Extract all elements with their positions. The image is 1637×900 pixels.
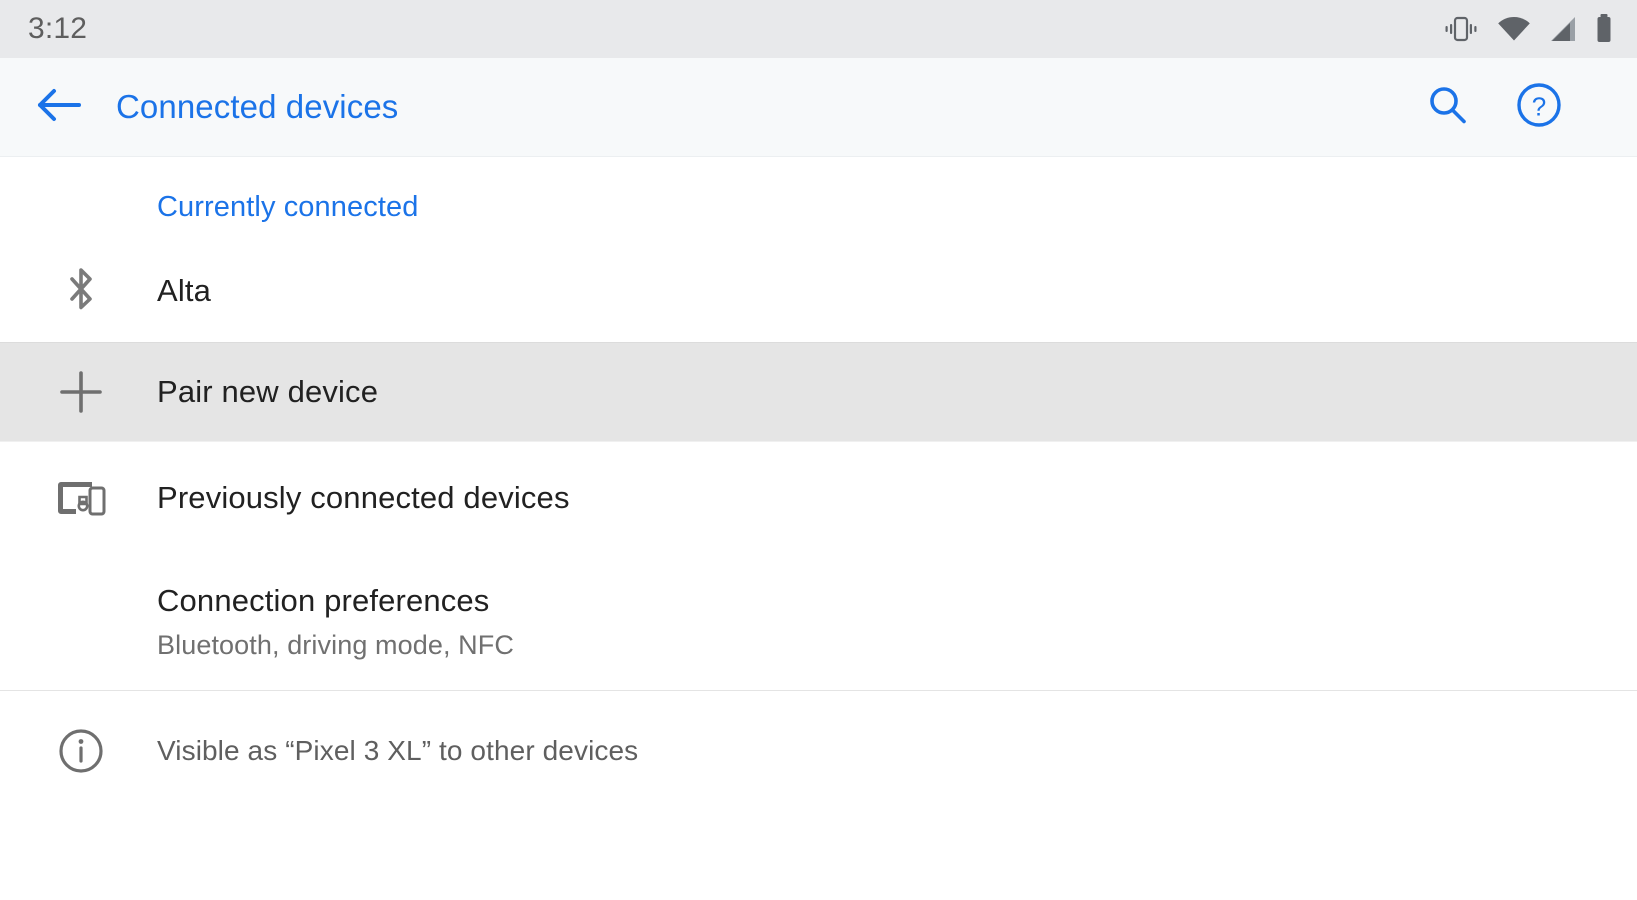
cell-signal-icon	[1549, 16, 1577, 42]
visibility-info-row: Visible as “Pixel 3 XL” to other devices	[0, 691, 1637, 811]
list-item-connection-preferences[interactable]: Connection preferences Bluetooth, drivin…	[0, 554, 1637, 690]
help-circle-icon: ?	[1516, 82, 1562, 133]
status-bar: 3:12	[0, 0, 1637, 58]
list-item-pair-new-device[interactable]: Pair new device	[0, 342, 1637, 442]
wifi-icon	[1497, 16, 1531, 42]
android-settings-screen: 3:12 Connected devices ? Currently conne…	[0, 0, 1637, 900]
status-bar-icons	[1443, 14, 1613, 44]
list-item-alta[interactable]: Alta	[0, 240, 1637, 342]
row-icon-container	[0, 265, 157, 317]
settings-list: Currently connected Alta Pair new device…	[0, 158, 1637, 900]
list-item-title: Previously connected devices	[157, 479, 570, 515]
bluetooth-icon	[59, 265, 103, 317]
arrow-back-icon	[35, 85, 81, 130]
list-item-previously-connected-devices[interactable]: Previously connected devices	[0, 442, 1637, 554]
search-button[interactable]	[1421, 81, 1473, 133]
row-text-container: Connection preferences Bluetooth, drivin…	[157, 583, 514, 661]
help-button[interactable]: ?	[1513, 81, 1565, 133]
visibility-info-text: Visible as “Pixel 3 XL” to other devices	[157, 735, 639, 766]
row-icon-container	[0, 727, 157, 775]
search-icon	[1425, 83, 1469, 132]
app-bar-actions: ?	[1421, 81, 1565, 133]
list-item-title: Connection preferences	[157, 583, 490, 619]
status-bar-clock: 3:12	[28, 12, 88, 45]
row-icon-container	[0, 369, 157, 415]
row-text-container: Alta	[157, 273, 211, 310]
battery-icon	[1595, 14, 1613, 44]
plus-icon	[58, 369, 104, 415]
list-item-title: Pair new device	[157, 373, 379, 409]
info-circle-icon	[57, 727, 105, 775]
list-item-subtitle: Bluetooth, driving mode, NFC	[157, 629, 514, 660]
row-icon-container	[0, 475, 157, 521]
vibrate-icon	[1443, 14, 1479, 44]
devices-icon	[54, 475, 108, 521]
row-text-container: Previously connected devices	[157, 480, 570, 517]
list-item-title: Alta	[157, 272, 212, 308]
row-text-container: Pair new device	[157, 374, 378, 411]
app-bar: Connected devices ?	[0, 58, 1637, 157]
page-title: Connected devices	[116, 88, 399, 125]
section-header-currently-connected: Currently connected	[157, 191, 419, 223]
svg-text:?: ?	[1532, 91, 1546, 121]
back-button[interactable]	[26, 75, 90, 139]
